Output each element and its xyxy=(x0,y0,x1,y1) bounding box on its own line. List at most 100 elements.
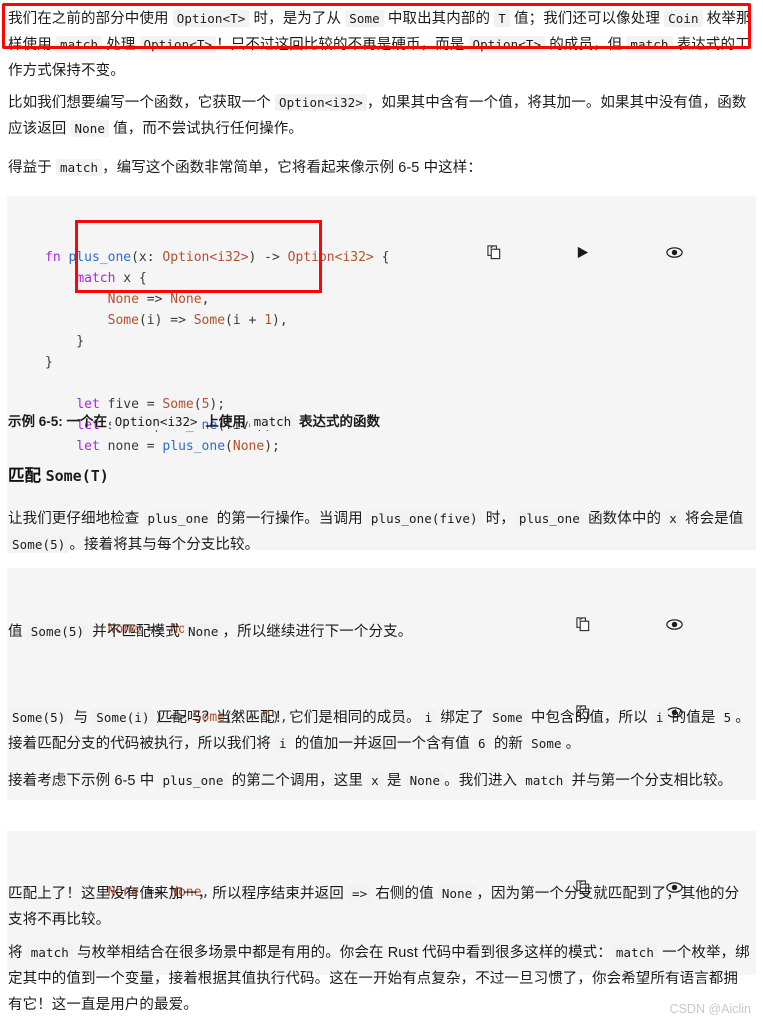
inline-code-fat-arrow: => xyxy=(347,885,372,902)
inline-code-plus-one: plus_one xyxy=(143,510,213,527)
inline-code-i-2: i xyxy=(651,709,668,726)
code-token: (i) => xyxy=(138,313,194,328)
text-seg: 匹配吗？当然匹配！它们是相同的成员。 xyxy=(153,710,421,726)
text-seg: 是 xyxy=(382,773,406,789)
code-token: None xyxy=(107,292,139,307)
code-token: None xyxy=(170,292,202,307)
inline-code-match: match xyxy=(249,413,296,430)
intro-text-seg: 中取出其内部的 xyxy=(383,11,495,27)
copy-icon[interactable] xyxy=(487,203,565,302)
text-seg: 匹配 xyxy=(8,467,46,485)
inline-code-some-i: Some(i) xyxy=(92,709,154,726)
paragraph-binding-i: Some(5) 与 Some(i) 匹配吗？当然匹配！它们是相同的成员。 i 绑定… xyxy=(0,705,763,757)
inline-code-some-t: Some(T) xyxy=(45,467,109,485)
paragraph-text: 将 match 与枚举相结合在很多场景中都是有用的。你会在 Rust 代码中看到… xyxy=(8,940,751,1018)
eye-icon[interactable] xyxy=(665,204,744,301)
code-token: } xyxy=(45,355,53,370)
inline-code-x: x xyxy=(665,510,681,527)
text-seg: 让我们更仔细地检查 xyxy=(8,511,144,527)
code-toolbar[interactable] xyxy=(487,203,744,302)
inline-code-match-2: match xyxy=(626,36,673,53)
code-token: ( xyxy=(225,439,233,454)
text-seg: 得益于 xyxy=(8,160,56,176)
intro-text-seg: ！只不过这回比较的不再是硬币，而是 xyxy=(216,37,469,53)
intro-text-seg: 的成员，但 xyxy=(545,37,627,53)
code-token: => xyxy=(138,292,171,307)
paragraph-match-easy: 得益于 match ，编写这个函数非常简单，它将看起来像示例 6-5 中这样： xyxy=(0,155,763,181)
paragraph-text: 比如我们想要编写一个函数，它获取一个 Option<i32> ，如果其中含有一个值… xyxy=(8,90,751,142)
code-block-body: fn plus_one (x: Option<i32>) -> Option<i3… xyxy=(7,196,756,550)
text-seg: ，所以继续进行下一个分支。 xyxy=(222,624,413,640)
text-seg: 与枚举相结合在很多场景中都是有用的。你会在 Rust 代码中看到很多这样的模式： xyxy=(72,945,612,961)
text-seg: 并与第一个分支相比较。 xyxy=(567,773,733,789)
text-seg: 。 xyxy=(565,736,581,752)
paragraph-text: Some(5) 与 Some(i) 匹配吗？当然匹配！它们是相同的成员。 i 绑定… xyxy=(8,705,751,757)
text-seg: 绑定了 xyxy=(436,710,489,726)
inline-code-some: Some xyxy=(488,709,527,726)
code-token: x { xyxy=(115,271,147,286)
inline-code-none: None xyxy=(70,120,110,137)
inline-code-none: None xyxy=(183,623,223,640)
article-page: 我们在之前的部分中使用 Option<T> 时，是为了从 Some 中取出其内部… xyxy=(0,0,763,1019)
code-token: Option<i32> xyxy=(287,250,374,265)
code-token: none = xyxy=(99,439,163,454)
inline-code-plus-one-2: plus_one xyxy=(514,510,584,527)
code-token: Option<i32> xyxy=(162,250,249,265)
inline-code-some-5: Some(5) xyxy=(26,623,89,640)
text-seg: 的新 xyxy=(489,736,528,752)
code-token: ); xyxy=(264,439,280,454)
code-token: { xyxy=(373,250,390,265)
code-token: (i + xyxy=(225,313,265,328)
code-line: } xyxy=(45,331,756,352)
intro-text-seg: 处理 xyxy=(102,37,140,53)
text-seg: 。接着将其与每个分支比较。 xyxy=(69,537,260,553)
paragraph-matched: 匹配上了！这里没有值来加一，所以程序结束并返回 => 右侧的值 None ，因为第… xyxy=(0,881,763,933)
inline-code-none: None xyxy=(405,772,445,789)
text-seg: 并不匹配模式 xyxy=(88,624,184,640)
code-token: let xyxy=(76,439,100,454)
intro-text-seg: 值；我们还可以像处理 xyxy=(509,11,665,27)
text-seg: 的值加一并返回一个含有值 xyxy=(290,736,475,752)
code-token: 1 xyxy=(264,313,273,328)
paragraph-text: 匹配上了！这里没有值来加一，所以程序结束并返回 => 右侧的值 None ，因为第… xyxy=(8,881,751,933)
inline-code-some: Some xyxy=(345,10,384,27)
code-line: let none = plus_one(None); xyxy=(45,436,756,457)
watermark: CSDN @Aiclin xyxy=(669,1002,751,1016)
code-block-main[interactable]: fn plus_one (x: Option<i32>) -> Option<i3… xyxy=(7,196,756,550)
code-token: plus_one xyxy=(162,439,226,454)
inline-code-t: T xyxy=(494,10,510,27)
code-line: } xyxy=(45,352,756,373)
text-seg: 的第一行操作。当调用 xyxy=(212,511,367,527)
paragraph-text: 得益于 match ，编写这个函数非常简单，它将看起来像示例 6-5 中这样： xyxy=(8,155,751,181)
figure-caption: 示例 6-5: 一个在 Option<i32> 上使用 match 表达式的函数 xyxy=(0,410,763,430)
paragraph-function-intro: 比如我们想要编写一个函数，它获取一个 Option<i32> ，如果其中含有一个值… xyxy=(0,90,763,142)
inline-code-some-5: Some(5) xyxy=(8,709,70,726)
inline-code-some-5: Some(5) xyxy=(8,536,70,553)
code-token: fn xyxy=(45,250,69,265)
text-seg: 值，而不尝试执行任何操作。 xyxy=(109,121,303,137)
text-seg: 与 xyxy=(69,710,93,726)
text-seg: 比如我们想要编写一个函数，它获取一个 xyxy=(8,95,275,111)
inline-code-match: match xyxy=(55,36,103,53)
inline-code-option-i32: Option<i32> xyxy=(274,94,367,111)
run-icon[interactable] xyxy=(576,204,654,301)
inline-code-option-t-3: Option<T> xyxy=(468,36,546,53)
text-seg: 匹配上了！这里没有值来加一，所以程序结束并返回 xyxy=(8,886,348,902)
inline-code-plus-one: plus_one xyxy=(158,772,228,789)
code-token: Some xyxy=(193,313,226,328)
inline-code-option-t: Option<T> xyxy=(172,10,250,27)
inline-code-plus-one-five: plus_one(five) xyxy=(366,510,482,527)
text-seg: 的值是 xyxy=(667,710,720,726)
code-token: (x: xyxy=(131,250,163,265)
text-seg: 。我们进入 xyxy=(444,773,522,789)
intro-text-seg: 时，是为了从 xyxy=(249,11,346,27)
paragraph-some5-not-none: 值 Some(5) 并不匹配模式 None ，所以继续进行下一个分支。 xyxy=(0,619,763,645)
code-token: ) -> xyxy=(248,250,288,265)
text-seg: 将会是值 xyxy=(680,511,744,527)
code-token: } xyxy=(45,334,85,349)
inline-code-i: i xyxy=(420,709,437,726)
